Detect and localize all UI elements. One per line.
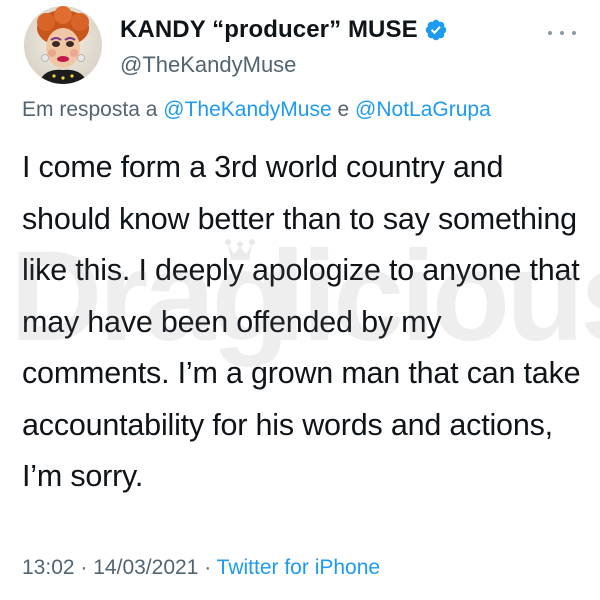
- reply-conjunction: e: [337, 98, 350, 121]
- tweet-source-link[interactable]: Twitter for iPhone: [217, 556, 380, 579]
- reply-prefix: Em resposta a: [22, 98, 158, 121]
- meta-separator: ·: [80, 556, 88, 579]
- reply-context: Em resposta a @TheKandyMuse e @NotLaGrup…: [22, 98, 491, 122]
- author-display-name[interactable]: KANDY “producer” MUSE: [120, 16, 418, 44]
- more-options-icon[interactable]: [548, 28, 576, 38]
- reply-mention-link[interactable]: @TheKandyMuse: [163, 98, 331, 121]
- author-name-row: KANDY “producer” MUSE: [120, 16, 448, 44]
- author-handle[interactable]: @TheKandyMuse: [120, 52, 296, 78]
- reply-mention-link[interactable]: @NotLaGrupa: [355, 98, 491, 121]
- avatar[interactable]: [24, 6, 102, 84]
- tweet-card: KANDY “producer” MUSE @TheKandyMuse Em r…: [0, 0, 600, 600]
- meta-separator: ·: [204, 556, 212, 579]
- tweet-meta: 13:02 · 14/03/2021 · Twitter for iPhone: [22, 556, 380, 580]
- avatar-image: [24, 6, 102, 84]
- tweet-text: I come form a 3rd world country and shou…: [22, 150, 581, 493]
- tweet-date[interactable]: 14/03/2021: [93, 556, 198, 579]
- verified-badge-icon: [424, 18, 448, 42]
- tweet-time[interactable]: 13:02: [22, 556, 75, 579]
